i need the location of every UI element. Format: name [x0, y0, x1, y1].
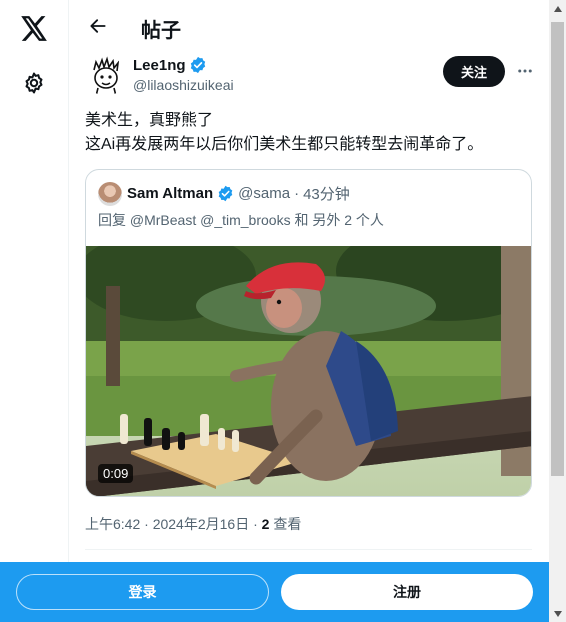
x-logo-icon[interactable] — [12, 6, 56, 50]
quote-separator: · — [294, 185, 300, 202]
main-column: 帖子 Lee1ng @lilaoshizuikeai 关注 美术生，真野熊了 这… — [69, 0, 549, 622]
tweet-text-line: 美术生，真野熊了 — [85, 112, 214, 129]
signup-button[interactable]: 注册 — [281, 574, 533, 610]
verified-badge-icon — [218, 185, 233, 202]
arrow-left-icon[interactable] — [81, 9, 115, 43]
author-avatar[interactable] — [86, 56, 126, 96]
quote-time: 43分钟 — [303, 186, 350, 203]
author-name-text: Lee1ng — [133, 56, 186, 74]
quote-author-avatar — [98, 182, 122, 206]
more-horizontal-icon[interactable] — [512, 58, 538, 84]
scrollbar[interactable] — [549, 0, 566, 622]
quote-header: Sam Altman @sama · 43分钟 — [127, 183, 350, 204]
views-label: 查看 — [269, 516, 302, 532]
page: 帖子 Lee1ng @lilaoshizuikeai 关注 美术生，真野熊了 这… — [0, 0, 566, 622]
tweet-text-line: 这Ai再发展两年以后你们美术生都只能转型去闹革命了。 — [85, 136, 484, 153]
video-player[interactable]: 0:09 — [86, 246, 531, 496]
follow-button[interactable]: 关注 — [443, 56, 505, 87]
quote-reply-to: 回复 @MrBeast @_tim_brooks 和 另外 2 个人 — [98, 212, 384, 228]
scrollbar-thumb[interactable] — [551, 22, 564, 476]
page-title: 帖子 — [141, 20, 181, 42]
video-thumbnail — [86, 246, 531, 496]
author-name[interactable]: Lee1ng — [133, 56, 207, 74]
video-duration: 0:09 — [98, 464, 134, 483]
left-nav — [0, 0, 69, 622]
author-handle[interactable]: @lilaoshizuikeai — [133, 77, 234, 93]
verified-badge-icon — [190, 56, 205, 74]
login-button[interactable]: 登录 — [16, 574, 269, 610]
scroll-up-arrow-icon[interactable] — [549, 0, 566, 17]
divider — [85, 549, 532, 550]
scroll-down-arrow-icon[interactable] — [549, 605, 566, 622]
quote-author-handle: @sama — [238, 185, 291, 202]
quoted-tweet[interactable]: Sam Altman @sama · 43分钟 回复 @MrBeast @_ti… — [85, 169, 532, 497]
tweet-timestamp: 上午6:42 · 2024年2月16日 · 2 查看 — [85, 514, 301, 534]
top-bar: 帖子 — [69, 0, 549, 53]
quote-author-name: Sam Altman — [127, 185, 214, 202]
login-banner: 登录 注册 — [0, 562, 549, 622]
tweet-time[interactable]: 上午6:42 · 2024年2月16日 · — [85, 516, 262, 532]
gear-icon[interactable] — [12, 61, 56, 105]
tweet-text: 美术生，真野熊了 这Ai再发展两年以后你们美术生都只能转型去闹革命了。 — [85, 109, 535, 157]
